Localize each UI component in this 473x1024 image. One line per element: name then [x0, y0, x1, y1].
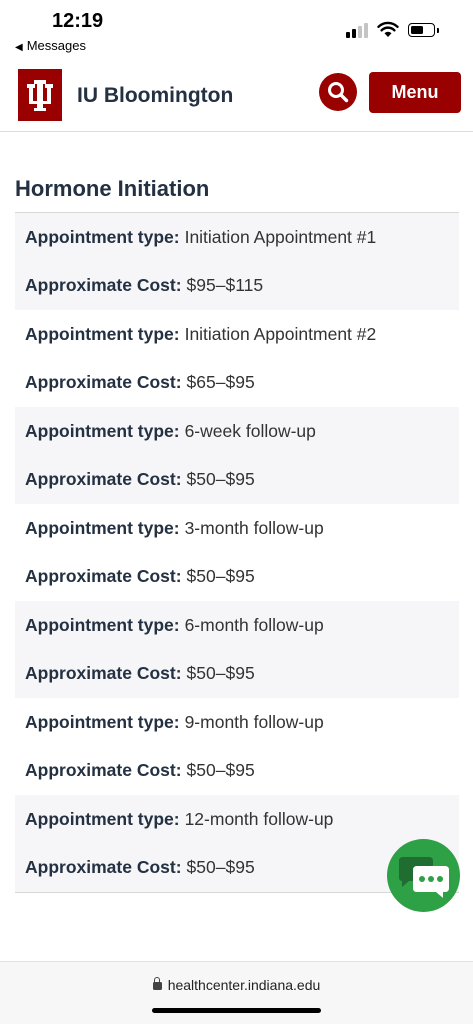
appointment-type-label: Appointment type: — [25, 711, 180, 732]
appointment-type-label: Appointment type: — [25, 226, 180, 247]
home-indicator[interactable] — [152, 1008, 321, 1013]
cost-entry: Appointment type: 6-month follow-up Approx… — [15, 601, 459, 698]
approximate-cost-value: $50–$95 — [186, 663, 255, 684]
appointment-type-label: Appointment type: — [25, 808, 180, 829]
appointment-type: Appointment type: Initiation Appointment … — [25, 213, 459, 262]
back-app-label: Messages — [26, 38, 86, 53]
approximate-cost: Approximate Cost: $95–$115 — [25, 262, 459, 311]
chat-bubbles-icon — [399, 857, 449, 898]
iu-trident-icon — [27, 80, 53, 111]
approximate-cost-value: $95–$115 — [186, 275, 264, 296]
appointment-type-label: Appointment type: — [25, 517, 180, 538]
search-icon — [328, 82, 349, 103]
browser-address-bar[interactable]: healthcenter.indiana.edu — [0, 961, 473, 1024]
cost-entry: Appointment type: 6-week follow-up Approxi… — [15, 407, 459, 504]
approximate-cost-value: $50–$95 — [186, 857, 255, 878]
menu-button[interactable]: Menu — [369, 72, 461, 113]
appointment-type: Appointment type: 9-month follow-up — [25, 698, 459, 747]
appointment-type: Appointment type: 12-month follow-up — [25, 795, 459, 844]
approximate-cost-value: $50–$95 — [186, 469, 255, 490]
cost-entry: Appointment type: Initiation Appointment … — [15, 213, 459, 310]
approximate-cost: Approximate Cost: $65–$95 — [25, 359, 459, 408]
back-arrow-icon: ◀ — [15, 42, 23, 53]
cost-entry: Appointment type: 3-month follow-up Approx… — [15, 504, 459, 601]
battery-icon — [408, 23, 439, 37]
appointment-type-value: 6-month follow-up — [184, 614, 324, 635]
iu-logo[interactable] — [18, 69, 62, 121]
url-display[interactable]: healthcenter.indiana.edu — [0, 977, 473, 993]
lock-icon — [152, 977, 162, 990]
approximate-cost-label: Approximate Cost: — [25, 663, 182, 684]
appointment-type-value: Initiation Appointment #1 — [184, 226, 377, 247]
approximate-cost-value: $65–$95 — [186, 372, 255, 393]
appointment-type-value: 6-week follow-up — [184, 420, 316, 441]
cost-list: Appointment type: Initiation Appointment … — [15, 213, 459, 892]
appointment-type-label: Appointment type: — [25, 420, 180, 441]
appointment-type-value: 9-month follow-up — [184, 711, 324, 732]
approximate-cost-label: Approximate Cost: — [25, 566, 182, 587]
back-to-app-link[interactable]: ◀ Messages — [15, 38, 86, 53]
clock: 12:19 — [52, 10, 104, 32]
appointment-type: Appointment type: Initiation Appointment … — [25, 310, 459, 359]
wifi-icon — [377, 21, 399, 37]
url-text: healthcenter.indiana.edu — [167, 977, 321, 993]
site-name[interactable]: IU Bloomington — [77, 84, 233, 108]
approximate-cost-value: $50–$95 — [186, 566, 255, 587]
appointment-type: Appointment type: 3-month follow-up — [25, 504, 459, 553]
approximate-cost: Approximate Cost: $50–$95 — [25, 553, 459, 602]
cellular-signal-icon — [346, 22, 370, 38]
approximate-cost-label: Approximate Cost: — [25, 469, 182, 490]
section-title: Hormone Initiation — [15, 176, 210, 201]
appointment-type-value: Initiation Appointment #2 — [184, 323, 377, 344]
appointment-type-label: Appointment type: — [25, 323, 180, 344]
approximate-cost-value: $50–$95 — [186, 760, 255, 781]
appointment-type-value: 3-month follow-up — [184, 517, 324, 538]
approximate-cost-label: Approximate Cost: — [25, 372, 182, 393]
approximate-cost: Approximate Cost: $50–$95 — [25, 650, 459, 699]
appointment-type: Appointment type: 6-month follow-up — [25, 601, 459, 650]
approximate-cost-label: Approximate Cost: — [25, 275, 182, 296]
appointment-type-label: Appointment type: — [25, 614, 180, 635]
site-header: IU Bloomington Menu — [0, 58, 473, 132]
search-button[interactable] — [319, 73, 357, 111]
approximate-cost-label: Approximate Cost: — [25, 857, 182, 878]
approximate-cost-label: Approximate Cost: — [25, 760, 182, 781]
cost-entry: Appointment type: 9-month follow-up Approx… — [15, 698, 459, 795]
cost-entry: Appointment type: Initiation Appointment … — [15, 310, 459, 407]
chat-button[interactable] — [387, 839, 460, 912]
appointment-type-value: 12-month follow-up — [184, 808, 334, 829]
approximate-cost: Approximate Cost: $50–$95 — [25, 747, 459, 796]
approximate-cost: Approximate Cost: $50–$95 — [25, 456, 459, 505]
status-bar: 12:19 ◀ Messages — [0, 0, 473, 58]
appointment-type: Appointment type: 6-week follow-up — [25, 407, 459, 456]
